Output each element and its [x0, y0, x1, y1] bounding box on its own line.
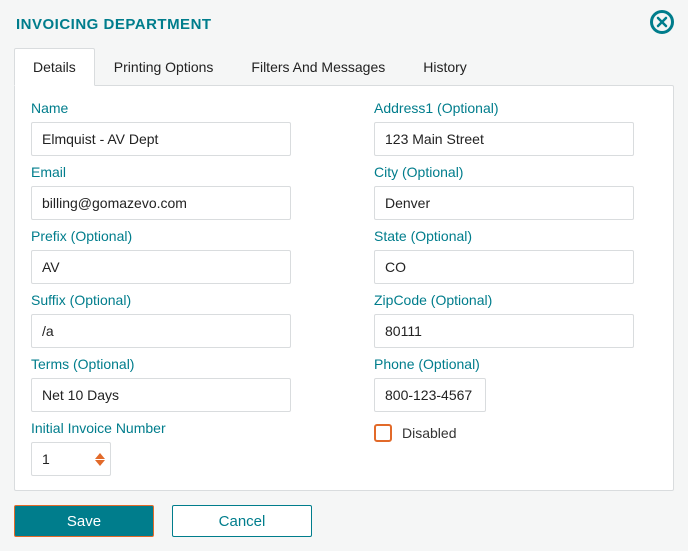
spinner-up-icon[interactable]	[95, 453, 105, 459]
label-state: State (Optional)	[374, 228, 657, 244]
tab-details[interactable]: Details	[14, 48, 95, 86]
tab-printing-options[interactable]: Printing Options	[95, 48, 233, 86]
label-email: Email	[31, 164, 314, 180]
cancel-button[interactable]: Cancel	[172, 505, 312, 537]
state-input[interactable]	[374, 250, 634, 284]
label-city: City (Optional)	[374, 164, 657, 180]
right-column: Address1 (Optional) City (Optional) Stat…	[374, 100, 657, 476]
tab-history[interactable]: History	[404, 48, 486, 86]
zipcode-input[interactable]	[374, 314, 634, 348]
prefix-input[interactable]	[31, 250, 291, 284]
tab-strip: Details Printing Options Filters And Mes…	[14, 47, 674, 85]
invoicing-dept-dialog: INVOICING DEPARTMENT Details Printing Op…	[0, 0, 688, 551]
disabled-checkbox[interactable]	[374, 424, 392, 442]
email-input[interactable]	[31, 186, 291, 220]
label-phone: Phone (Optional)	[374, 356, 657, 372]
details-panel: Name Email Prefix (Optional) Suffix (Opt…	[14, 85, 674, 491]
name-input[interactable]	[31, 122, 291, 156]
save-button[interactable]: Save	[14, 505, 154, 537]
dialog-footer: Save Cancel	[14, 505, 674, 537]
label-zipcode: ZipCode (Optional)	[374, 292, 657, 308]
city-input[interactable]	[374, 186, 634, 220]
phone-input[interactable]	[374, 378, 486, 412]
label-disabled: Disabled	[402, 425, 456, 441]
label-terms: Terms (Optional)	[31, 356, 314, 372]
number-spinner	[95, 446, 105, 472]
close-button[interactable]	[650, 10, 674, 34]
terms-input[interactable]	[31, 378, 291, 412]
address1-input[interactable]	[374, 122, 634, 156]
dialog-title: INVOICING DEPARTMENT	[16, 16, 674, 33]
label-prefix: Prefix (Optional)	[31, 228, 314, 244]
label-name: Name	[31, 100, 314, 116]
label-suffix: Suffix (Optional)	[31, 292, 314, 308]
close-icon	[656, 16, 668, 28]
left-column: Name Email Prefix (Optional) Suffix (Opt…	[31, 100, 314, 476]
label-initial-invoice: Initial Invoice Number	[31, 420, 314, 436]
suffix-input[interactable]	[31, 314, 291, 348]
tab-filters-and-messages[interactable]: Filters And Messages	[232, 48, 404, 86]
label-address1: Address1 (Optional)	[374, 100, 657, 116]
spinner-down-icon[interactable]	[95, 460, 105, 466]
